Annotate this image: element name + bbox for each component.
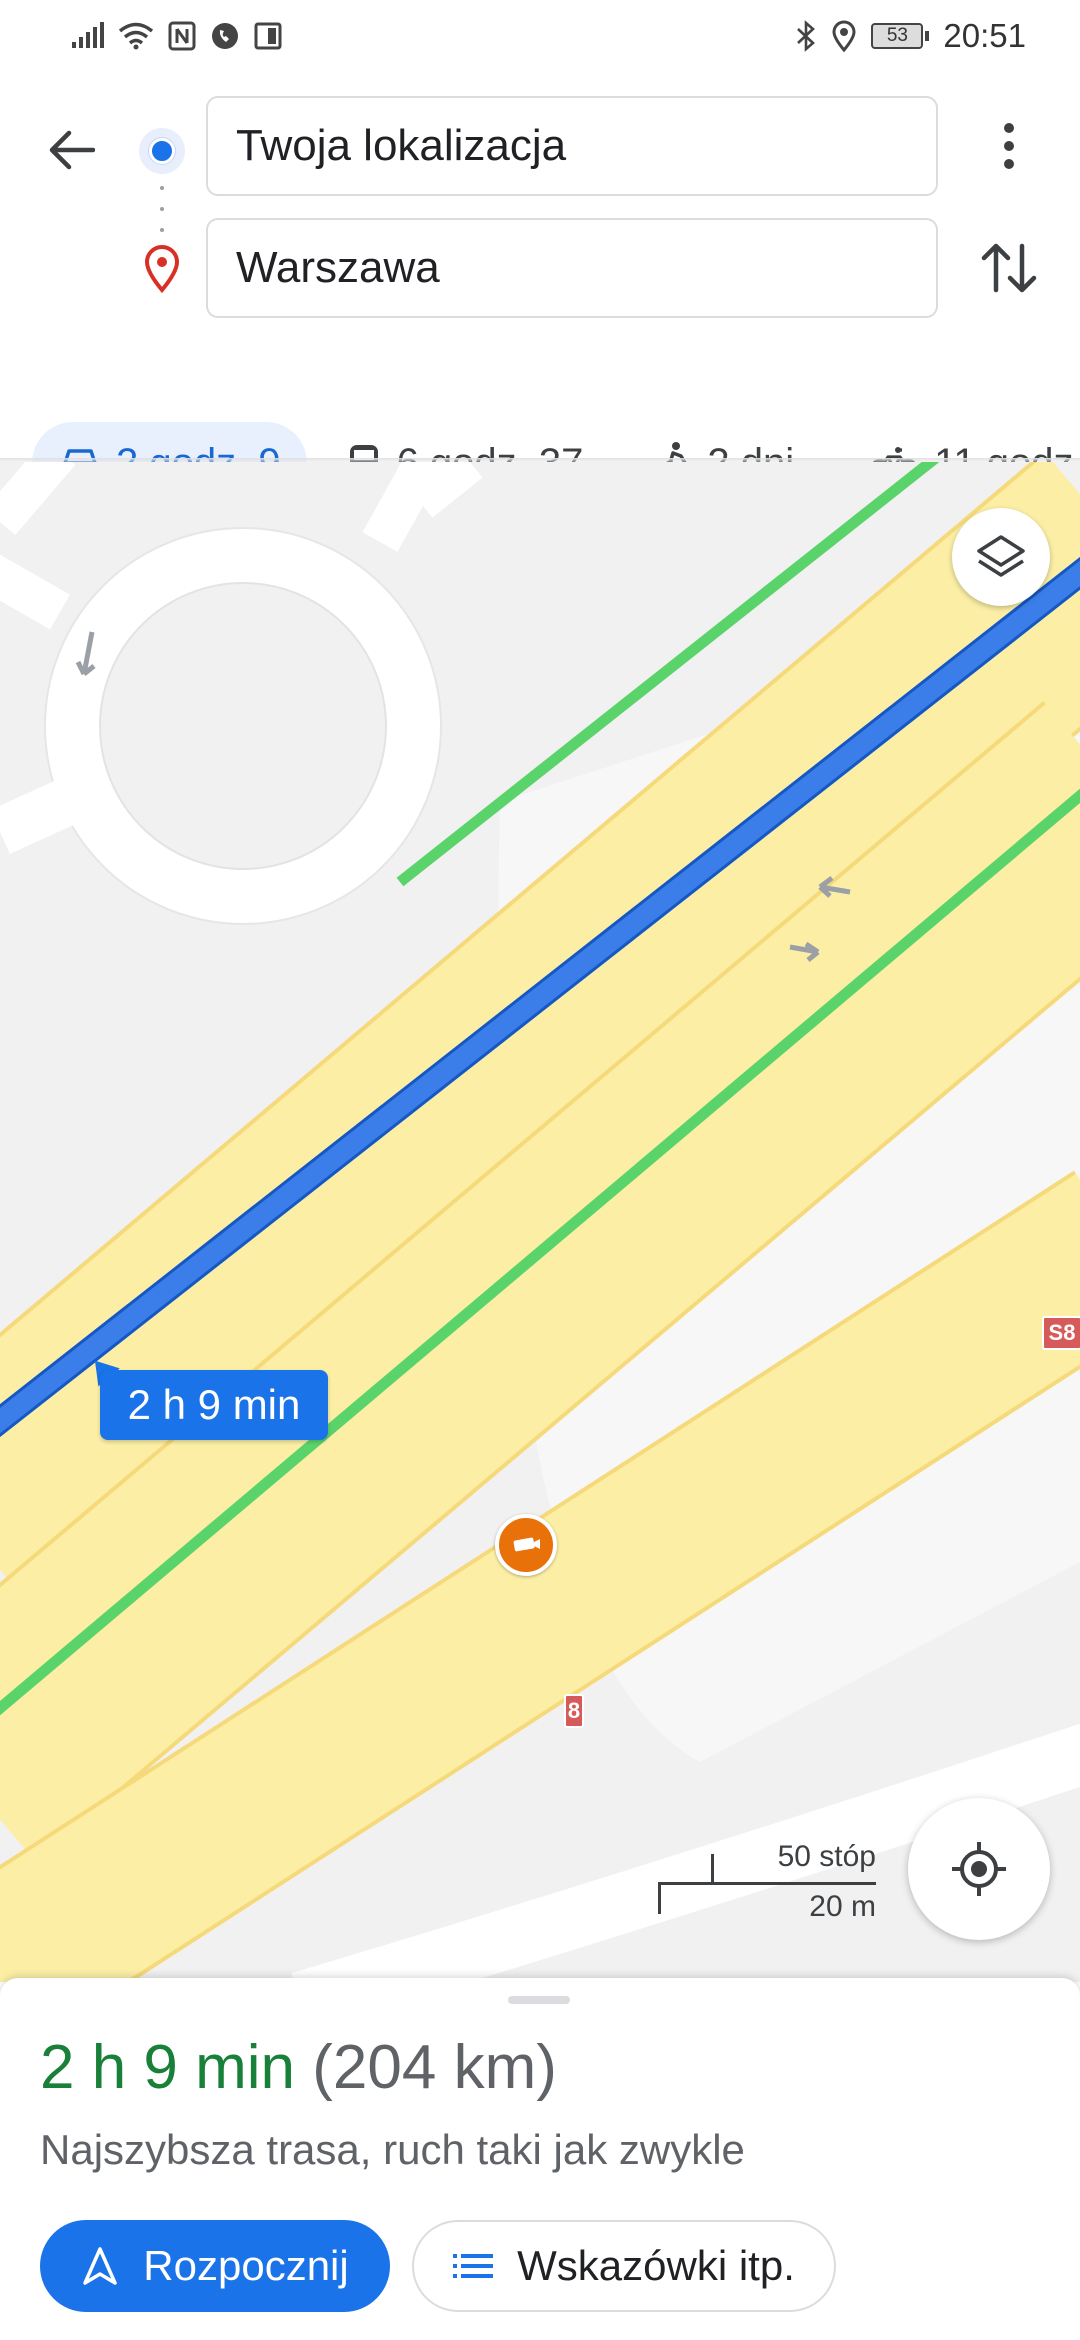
scale-imperial: 50 stóp [777,1840,876,1873]
start-navigation-button[interactable]: Rozpocznij [40,2220,390,2312]
road-shield-8: 8 [564,1694,584,1728]
road-shield-s8: S8 [1042,1316,1080,1350]
call-icon [212,23,238,49]
battery-icon: 53 [871,23,930,49]
status-time: 20:51 [943,17,1026,54]
speed-camera-icon[interactable] [495,1514,557,1576]
route-duration: 2 h 9 min [40,2033,296,2102]
route-duration-label[interactable]: 2 h 9 min [100,1370,328,1440]
navigation-arrow-icon [83,2247,118,2285]
scale-metric: 20 m [809,1890,876,1923]
map-view[interactable]: 2 h 9 min S8 8 S8 50 stóp 20 m [0,462,1080,1982]
arrow-back-icon [49,130,95,170]
origin-dot-icon [139,128,185,174]
crosshair-icon [952,1842,1006,1896]
nfc-icon [168,21,196,51]
battery-level: 53 [871,23,924,49]
route-distance: (204 km) [312,2033,557,2102]
swap-directions-button[interactable] [976,232,1042,304]
my-location-button[interactable] [908,1798,1050,1940]
layers-icon [977,535,1025,577]
map-layers-button[interactable] [952,508,1050,606]
sheet-drag-handle[interactable] [508,1996,570,2004]
back-button[interactable] [36,114,108,186]
status-icons-right: 53 20:51 [795,17,1026,55]
route-summary-time: 2 h 9 min (204 km) [40,2032,557,2103]
status-icons-left [70,21,282,51]
destination-pin-icon [144,245,180,294]
more-options-button[interactable] [976,110,1042,182]
directions-header: Twoja lokalizacja Warszawa 2 godz. 9 6 g… [0,72,1080,504]
map-scale: 50 stóp 20 m [656,1840,880,1923]
origin-input[interactable]: Twoja lokalizacja [206,96,938,196]
destination-input[interactable]: Warszawa [206,218,938,318]
route-summary-sheet: 2 h 9 min (204 km) Najszybsza trasa, ruc… [0,1978,1080,2340]
start-label: Rozpocznij [143,2242,349,2289]
bluetooth-icon [797,20,816,52]
list-icon [453,2254,494,2278]
route-dots-icon [160,186,164,232]
directions-steps-button[interactable]: Wskazówki itp. [412,2220,836,2312]
map-canvas [0,462,1080,1982]
location-icon [832,20,856,52]
steps-label: Wskazówki itp. [517,2242,795,2289]
signal-icon [72,22,104,48]
book-icon [254,22,282,50]
wifi-icon [118,22,154,50]
status-bar: 53 20:51 [0,0,1080,72]
route-description: Najszybsza trasa, ruch taki jak zwykle [40,2126,745,2173]
